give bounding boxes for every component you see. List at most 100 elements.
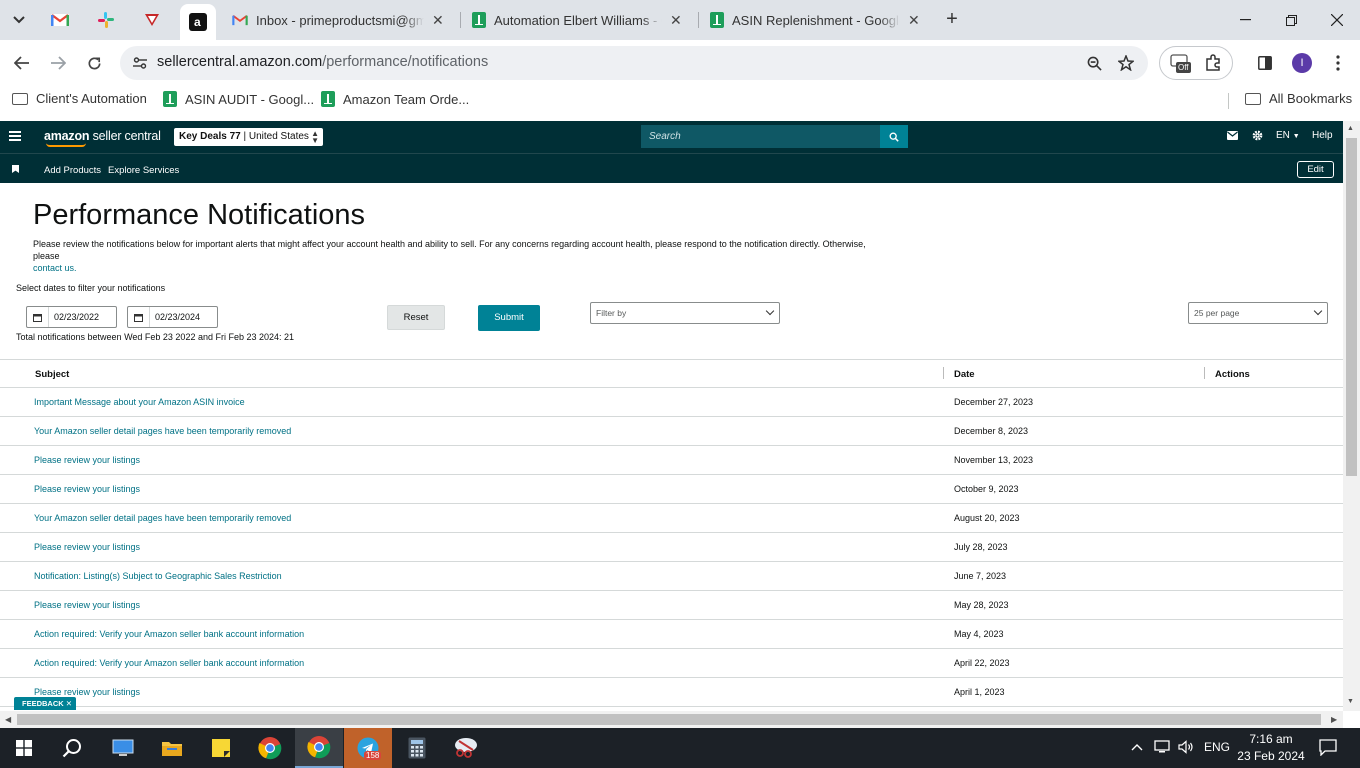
date-to-input[interactable]: 02/23/2024 <box>127 306 218 328</box>
slack-pinned-tab[interactable] <box>88 6 124 34</box>
calendar-icon[interactable] <box>128 307 150 327</box>
reload-button[interactable] <box>81 50 107 76</box>
table-row: Please review your listings May 28, 2023 <box>0 591 1343 620</box>
browser-menu-button[interactable] <box>1325 50 1351 76</box>
input-language[interactable]: ENG <box>1204 740 1230 754</box>
todoist-pinned-tab[interactable] <box>134 6 170 34</box>
start-button[interactable] <box>0 728 48 768</box>
scrollbar-thumb[interactable] <box>17 714 1321 725</box>
table-row: Please review your listings July 28, 2023 <box>0 533 1343 562</box>
scroll-right-icon[interactable]: ▶ <box>1331 715 1337 724</box>
notification-subject-link[interactable]: Please review your listings <box>34 600 140 610</box>
notification-subject-link[interactable]: Notification: Listing(s) Subject to Geog… <box>34 571 282 581</box>
tab-amazon-active[interactable]: a <box>180 4 216 40</box>
new-tab-button[interactable]: + <box>940 8 964 32</box>
taskbar-search-button[interactable] <box>48 728 96 768</box>
contact-us-link[interactable]: contact us. <box>33 263 77 273</box>
mail-icon[interactable] <box>1227 131 1238 143</box>
scroll-left-icon[interactable]: ◀ <box>5 715 11 724</box>
extension-off-button[interactable]: Off <box>1170 54 1191 75</box>
bookmark-star-icon[interactable] <box>1115 52 1137 74</box>
taskbar-chrome-2[interactable] <box>295 728 343 768</box>
taskbar-app-desktop[interactable] <box>99 728 147 768</box>
extensions-button[interactable] <box>1204 54 1222 77</box>
account-switcher[interactable]: Key Deals 77 | United States ▲ ▼ <box>174 128 323 146</box>
volume-icon[interactable] <box>1178 740 1194 757</box>
column-divider[interactable] <box>1204 367 1205 379</box>
forward-button[interactable] <box>45 50 71 76</box>
date-from-input[interactable]: 02/23/2022 <box>26 306 117 328</box>
tab-automation-sheet[interactable]: Automation Elbert Williams - Google Shee… <box>462 5 698 35</box>
address-bar[interactable]: sellercentral.amazon.com/performance/not… <box>120 46 1148 80</box>
taskbar-chrome-1[interactable] <box>246 728 294 768</box>
close-window-button[interactable] <box>1314 0 1360 40</box>
gmail-pinned-tab[interactable] <box>42 6 78 34</box>
show-hidden-icons[interactable] <box>1131 740 1143 754</box>
bookmark-amazon-team-order[interactable]: Amazon Team Orde... <box>321 91 469 107</box>
notification-subject-link[interactable]: Please review your listings <box>34 687 140 697</box>
hamburger-menu-icon[interactable] <box>9 131 21 141</box>
vertical-scrollbar[interactable]: ▲ ▼ <box>1343 121 1360 711</box>
seller-central-header: amazon seller central Key Deals 77 | Uni… <box>0 121 1343 153</box>
tab-gmail-inbox[interactable]: Inbox - primeproductsmi@gmail.com ✕ <box>222 5 458 35</box>
header-search-input[interactable]: Search <box>641 125 881 148</box>
notification-subject-link[interactable]: Action required: Verify your Amazon sell… <box>34 629 304 639</box>
bookmark-label: ASIN AUDIT - Googl... <box>185 91 315 107</box>
taskbar-calculator[interactable] <box>393 728 441 768</box>
reset-button[interactable]: Reset <box>387 305 445 330</box>
notification-subject-link[interactable]: Important Message about your Amazon ASIN… <box>34 397 245 407</box>
minimize-button[interactable] <box>1222 0 1268 40</box>
scrollbar-thumb[interactable] <box>1346 138 1357 476</box>
side-panel-button[interactable] <box>1252 50 1278 76</box>
bookmark-clients-automation[interactable]: Client's Automation <box>12 91 147 106</box>
bookmark-asin-audit[interactable]: ASIN AUDIT - Googl... <box>163 91 314 107</box>
close-icon[interactable]: ✕ <box>66 699 72 708</box>
per-page-label: 25 per page <box>1194 308 1240 318</box>
gear-icon[interactable] <box>1252 130 1263 144</box>
notification-subject-link[interactable]: Action required: Verify your Amazon sell… <box>34 658 304 668</box>
amazon-smile-icon <box>46 143 86 147</box>
tab-asin-replenishment[interactable]: ASIN Replenishment - Google Sheets ✕ <box>700 5 936 35</box>
scroll-down-icon[interactable]: ▼ <box>1347 698 1354 705</box>
help-link[interactable]: Help <box>1312 130 1333 141</box>
per-page-select[interactable]: 25 per page <box>1188 302 1328 324</box>
taskbar-file-explorer[interactable] <box>148 728 196 768</box>
notification-subject-link[interactable]: Your Amazon seller detail pages have bee… <box>34 513 291 523</box>
system-clock[interactable]: 7:16 am 23 Feb 2024 <box>1236 731 1306 765</box>
taskbar-telegram[interactable]: 158 <box>344 728 392 768</box>
notification-subject-link[interactable]: Please review your listings <box>34 484 140 494</box>
network-icon[interactable] <box>1154 740 1170 757</box>
all-bookmarks-button[interactable]: All Bookmarks <box>1245 91 1352 106</box>
restore-button[interactable] <box>1268 0 1314 40</box>
taskbar-sticky-notes[interactable] <box>197 728 245 768</box>
tab-close-icon[interactable]: ✕ <box>432 12 444 29</box>
header-search-button[interactable] <box>880 125 908 148</box>
calendar-icon[interactable] <box>27 307 49 327</box>
tab-close-icon[interactable]: ✕ <box>670 12 682 29</box>
nav-explore-services[interactable]: Explore Services <box>108 165 179 176</box>
tab-close-icon[interactable]: ✕ <box>908 12 920 29</box>
feedback-tab[interactable]: FEEDBACK ✕ <box>14 697 76 710</box>
search-icon <box>889 132 899 142</box>
filter-by-select[interactable]: Filter by <box>590 302 780 324</box>
edit-nav-button[interactable]: Edit <box>1297 161 1334 178</box>
site-settings-icon[interactable] <box>130 53 150 73</box>
language-selector[interactable]: EN ▼ <box>1276 130 1300 141</box>
back-button[interactable] <box>9 50 35 76</box>
nav-add-products[interactable]: Add Products <box>44 165 101 176</box>
horizontal-scrollbar[interactable]: ◀ ▶ <box>0 711 1343 728</box>
column-divider[interactable] <box>943 367 944 379</box>
notification-subject-link[interactable]: Please review your listings <box>34 542 140 552</box>
scroll-up-icon[interactable]: ▲ <box>1347 125 1354 132</box>
arrow-right-icon <box>51 56 66 70</box>
taskbar-snipping-tool[interactable] <box>442 728 490 768</box>
notification-center-icon[interactable] <box>1319 739 1337 759</box>
submit-button[interactable]: Submit <box>478 305 540 331</box>
zoom-icon[interactable] <box>1083 52 1105 74</box>
bookmark-icon[interactable] <box>12 165 19 173</box>
profile-avatar[interactable]: I <box>1292 53 1312 73</box>
tab-search-icon[interactable] <box>6 8 32 32</box>
notification-subject-link[interactable]: Your Amazon seller detail pages have bee… <box>34 426 291 436</box>
notification-subject-link[interactable]: Please review your listings <box>34 455 140 465</box>
amazon-seller-central-logo[interactable]: amazon seller central <box>44 129 161 147</box>
